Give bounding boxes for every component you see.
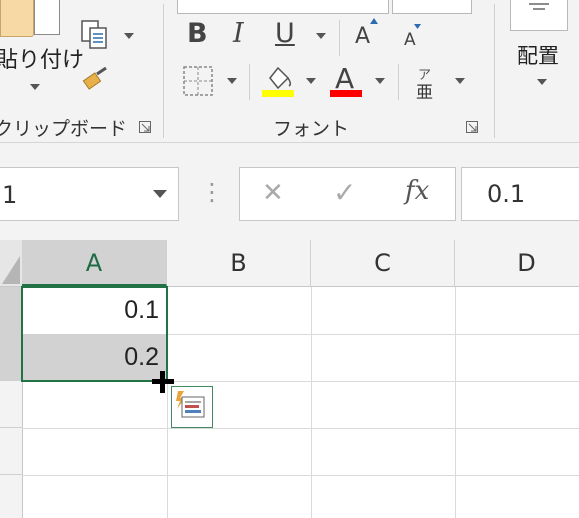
alignment-dropdown-icon[interactable] <box>537 79 547 85</box>
paste-page-icon <box>34 0 60 35</box>
phonetic-dropdown-icon[interactable] <box>455 78 465 84</box>
column-header-c[interactable]: C <box>311 240 455 286</box>
paste-button[interactable]: 貼り付け <box>0 42 84 74</box>
shrink-font-button[interactable]: A <box>404 30 416 50</box>
formula-bar-grip-icon[interactable]: ⋮ <box>200 178 224 206</box>
italic-button[interactable]: I <box>233 18 244 49</box>
gridline <box>22 428 579 429</box>
gridline <box>455 287 456 518</box>
copy-dropdown-icon[interactable] <box>124 33 134 39</box>
font-separator-3 <box>398 64 399 100</box>
phonetic-guide-button[interactable]: 亜 <box>416 78 433 103</box>
column-header-a[interactable]: A <box>22 240 167 286</box>
paste-icon[interactable] <box>0 0 34 37</box>
underline-dropdown-icon[interactable] <box>316 33 326 39</box>
font-color-swatch <box>330 90 362 97</box>
format-painter-icon[interactable] <box>82 66 112 94</box>
column-header-d[interactable]: D <box>455 240 579 286</box>
cell-a2[interactable]: 0.2 <box>22 334 167 381</box>
borders-dropdown-icon[interactable] <box>227 78 237 84</box>
gridline <box>311 287 312 518</box>
column-header-b[interactable]: B <box>167 240 311 286</box>
font-color-dropdown-icon[interactable] <box>375 78 385 84</box>
row-header-4[interactable] <box>0 428 22 475</box>
font-separator <box>339 20 340 56</box>
name-box-value: 1 <box>2 181 18 209</box>
group-separator-2 <box>494 4 495 138</box>
cancel-button[interactable]: ✕ <box>262 178 284 208</box>
gridline <box>22 475 579 476</box>
row-header-1[interactable] <box>0 287 22 334</box>
bold-button[interactable]: B <box>187 18 208 49</box>
alignment-icon[interactable] <box>510 0 568 31</box>
row-header-2[interactable] <box>0 334 22 381</box>
clipboard-group-label: クリップボード <box>0 118 128 140</box>
excel-window: 貼り付け クリップボード B I U A A A ア 亜 フォント 配置 1 ⋮… <box>0 0 579 518</box>
fill-color-icon[interactable] <box>262 64 296 98</box>
font-dialog-launcher-icon[interactable] <box>466 121 478 133</box>
font-separator-2 <box>249 64 250 100</box>
select-all-button[interactable] <box>0 240 22 286</box>
clipboard-dialog-launcher-icon[interactable] <box>139 121 151 133</box>
underline-button[interactable]: U <box>275 18 295 49</box>
row-header-5[interactable] <box>0 475 22 518</box>
group-separator <box>163 4 164 138</box>
alignment-button[interactable]: 配置 <box>517 40 559 70</box>
fill-color-dropdown-icon[interactable] <box>306 78 316 84</box>
copy-icon[interactable] <box>80 20 110 52</box>
insert-function-button[interactable]: fx <box>405 176 429 206</box>
gridline <box>167 287 168 518</box>
grow-arrow-icon <box>370 18 378 24</box>
name-box-dropdown-icon[interactable] <box>153 190 167 198</box>
shrink-arrow-icon <box>414 24 421 29</box>
enter-button[interactable]: ✓ <box>333 176 356 209</box>
font-name-combobox[interactable] <box>177 0 389 14</box>
font-size-combobox[interactable] <box>392 0 472 14</box>
row-header-3[interactable] <box>0 381 22 428</box>
ribbon: 貼り付け クリップボード B I U A A A ア 亜 フォント 配置 <box>0 0 579 143</box>
quick-analysis-icon[interactable] <box>171 386 213 428</box>
font-group-label: フォント <box>273 118 350 140</box>
formula-input-value: 0.1 <box>487 180 526 208</box>
gridline <box>22 381 579 382</box>
borders-icon[interactable] <box>183 66 213 96</box>
cell-a1[interactable]: 0.1 <box>22 287 167 334</box>
paste-dropdown-icon[interactable] <box>30 84 40 90</box>
grow-font-button[interactable]: A <box>355 24 370 49</box>
fill-color-swatch <box>262 90 294 97</box>
